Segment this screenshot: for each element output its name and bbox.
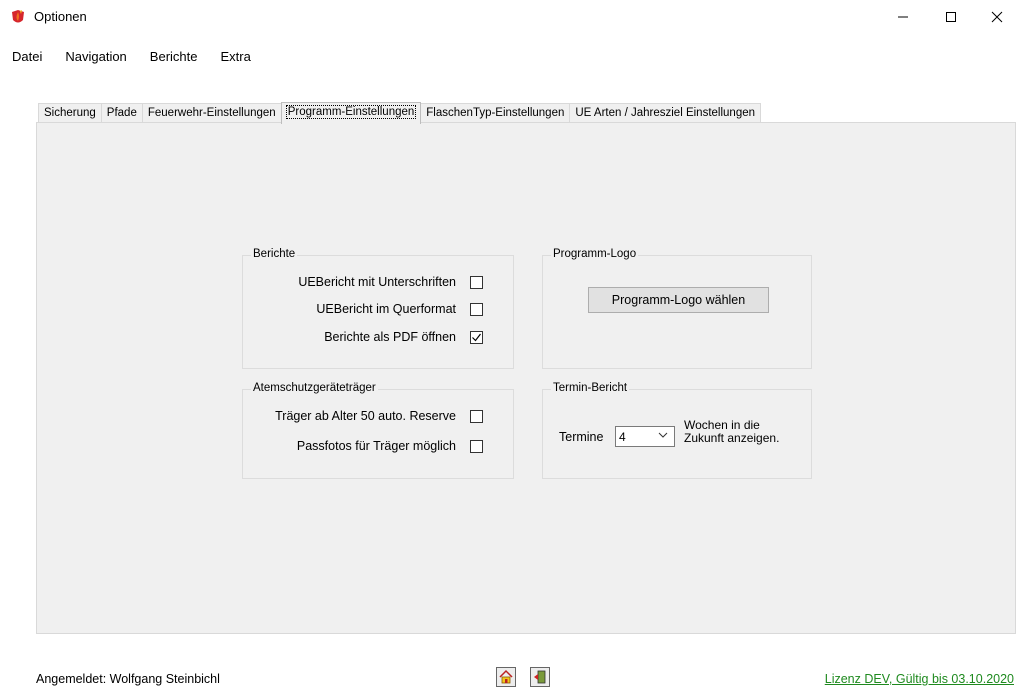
menu-datei[interactable]: Datei	[0, 46, 54, 68]
close-icon	[991, 11, 1003, 23]
logged-in-user: Angemeldet: Wolfgang Steinbichl	[36, 672, 220, 686]
checkbox-label: Berichte als PDF öffnen	[324, 330, 456, 344]
option-berichte-pdf: Berichte als PDF öffnen	[324, 330, 483, 344]
app-flame-icon	[12, 10, 24, 23]
tab-label: UE Arten / Jahresziel Einstellungen	[575, 107, 756, 119]
close-button[interactable]	[974, 0, 1020, 34]
window-title: Optionen	[34, 9, 87, 24]
checkbox-label: UEBericht mit Unterschriften	[298, 275, 456, 289]
checkbox-uebericht-querformat[interactable]	[470, 302, 483, 316]
tab-programm-einstellungen[interactable]: Programm-Einstellungen	[280, 102, 422, 124]
tab-label: Sicherung	[44, 107, 96, 119]
minimize-icon	[898, 16, 908, 18]
option-uebericht-unterschriften: UEBericht mit Unterschriften	[298, 275, 483, 289]
maximize-button[interactable]	[928, 0, 974, 34]
tab-ue-arten-jahresziel[interactable]: UE Arten / Jahresziel Einstellungen	[569, 103, 762, 123]
menu-bar: Datei Navigation Berichte Extra	[0, 46, 263, 68]
home-icon-glyph	[499, 669, 513, 684]
tab-pfade[interactable]: Pfade	[100, 103, 143, 123]
option-uebericht-querformat: UEBericht im Querformat	[316, 302, 483, 316]
tab-strip: Sicherung Pfade Feuerwehr-Einstellungen …	[38, 102, 762, 124]
menu-berichte[interactable]: Berichte	[139, 46, 210, 68]
home-icon[interactable]	[496, 667, 516, 687]
termine-label: Termine	[559, 430, 604, 444]
tab-label: Pfade	[106, 107, 137, 119]
berichte-group-title: Berichte	[251, 248, 298, 260]
termine-select-value: 4	[619, 429, 626, 444]
termin-bericht-group-title: Termin-Bericht	[551, 382, 630, 394]
checkbox-label: UEBericht im Querformat	[316, 302, 456, 316]
menu-navigation[interactable]: Navigation	[54, 46, 138, 68]
checkbox-traeger-alter-50[interactable]	[470, 409, 483, 423]
status-bar: Angemeldet: Wolfgang Steinbichl Lizenz D…	[0, 660, 1020, 688]
termine-suffix-line2: Zukunft anzeigen.	[684, 431, 780, 445]
berichte-group: Berichte UEBericht mit Unterschriften UE…	[242, 248, 514, 369]
checkbox-uebericht-unterschriften[interactable]	[470, 275, 483, 289]
checkbox-berichte-pdf[interactable]	[470, 330, 483, 344]
programm-logo-group-title: Programm-Logo	[551, 248, 639, 260]
tab-label: Feuerwehr-Einstellungen	[147, 107, 276, 119]
tab-sicherung[interactable]: Sicherung	[38, 103, 102, 123]
title-bar: Optionen	[0, 0, 1020, 34]
chevron-down-icon	[658, 432, 668, 438]
programm-logo-group: Programm-Logo Programm-Logo wählen	[542, 248, 812, 369]
tab-label: Programm-Einstellungen	[285, 105, 417, 119]
exit-door-icon-glyph	[534, 670, 546, 684]
exit-door-icon[interactable]	[530, 667, 550, 687]
termine-select[interactable]: 4	[615, 426, 675, 447]
tab-panel-programm-einstellungen: Berichte UEBericht mit Unterschriften UE…	[36, 122, 1016, 634]
checkmark-icon	[472, 333, 481, 341]
option-traeger-alter-50: Träger ab Alter 50 auto. Reserve	[275, 409, 483, 423]
menu-extra[interactable]: Extra	[210, 46, 263, 68]
tab-feuerwehr-einstellungen[interactable]: Feuerwehr-Einstellungen	[141, 103, 282, 123]
programm-logo-waehlen-button[interactable]: Programm-Logo wählen	[588, 287, 769, 313]
license-link[interactable]: Lizenz DEV, Gültig bis 03.10.2020	[825, 672, 1014, 686]
atemschutz-group: Atemschutzgeräteträger Träger ab Alter 5…	[242, 382, 514, 479]
tab-flaschentyp-einstellungen[interactable]: FlaschenTyp-Einstellungen	[420, 103, 571, 123]
option-passfotos: Passfotos für Träger möglich	[297, 439, 483, 453]
checkbox-label: Passfotos für Träger möglich	[296, 439, 456, 453]
checkbox-label: Träger ab Alter 50 auto. Reserve	[275, 409, 456, 423]
termin-bericht-group: Termin-Bericht Termine 4 Wochen in die Z…	[542, 382, 812, 479]
maximize-icon	[946, 12, 956, 22]
minimize-button[interactable]	[880, 0, 926, 34]
atemschutz-group-title: Atemschutzgeräteträger	[251, 382, 378, 394]
tab-label: FlaschenTyp-Einstellungen	[426, 107, 565, 119]
termine-suffix: Wochen in die Zukunft anzeigen.	[684, 419, 779, 445]
checkbox-passfotos[interactable]	[470, 439, 483, 453]
